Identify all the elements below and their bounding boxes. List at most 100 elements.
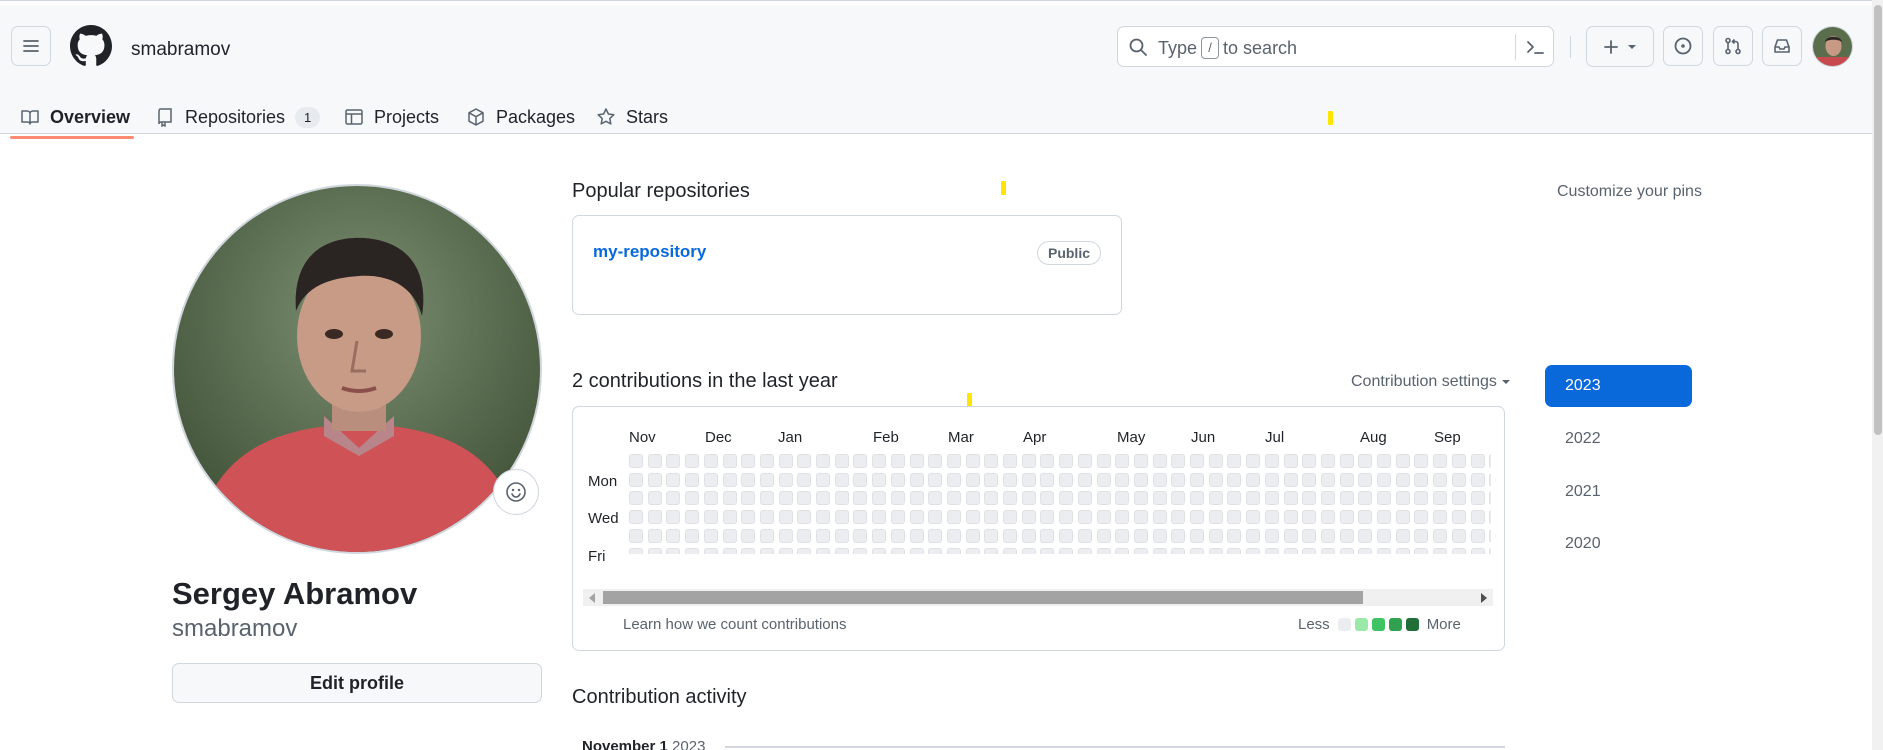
contribution-day-cell[interactable] [666, 528, 681, 543]
contribution-day-cell[interactable] [946, 510, 961, 525]
contribution-day-cell[interactable] [703, 510, 718, 525]
contribution-day-cell[interactable] [1208, 547, 1223, 554]
tab-packages[interactable]: Packages [466, 97, 575, 137]
contribution-day-cell[interactable] [1133, 454, 1148, 468]
contribution-day-cell[interactable] [1059, 547, 1074, 554]
contribution-day-cell[interactable] [965, 472, 980, 487]
contribution-day-cell[interactable] [647, 547, 662, 554]
contribution-day-cell[interactable] [816, 528, 830, 543]
contribution-day-cell[interactable] [647, 472, 662, 487]
contribution-day-cell[interactable] [1377, 454, 1391, 468]
contribution-day-cell[interactable] [965, 454, 980, 468]
contribution-day-cell[interactable] [890, 454, 905, 468]
contribution-day-cell[interactable] [1115, 547, 1130, 554]
contribution-day-cell[interactable] [741, 528, 756, 543]
contribution-day-cell[interactable] [759, 528, 774, 543]
contribution-day-cell[interactable] [853, 510, 868, 525]
contribution-day-cell[interactable] [946, 491, 961, 506]
contribution-day-cell[interactable] [1283, 454, 1298, 468]
contribution-day-cell[interactable] [1470, 454, 1485, 468]
contribution-day-cell[interactable] [1115, 491, 1130, 506]
contribution-day-cell[interactable] [666, 454, 681, 468]
contribution-day-cell[interactable] [666, 547, 681, 554]
contribution-day-cell[interactable] [834, 491, 849, 506]
contribution-day-cell[interactable] [928, 491, 943, 506]
contribution-day-cell[interactable] [1190, 454, 1204, 468]
contribution-day-cell[interactable] [1003, 528, 1017, 543]
contribution-day-cell[interactable] [703, 528, 718, 543]
contribution-day-cell[interactable] [1003, 491, 1017, 506]
contribution-day-cell[interactable] [1133, 547, 1148, 554]
contribution-day-cell[interactable] [1246, 472, 1261, 487]
contribution-day-cell[interactable] [909, 528, 924, 543]
contribution-day-cell[interactable] [1152, 547, 1167, 554]
scrollbar-thumb[interactable] [603, 591, 1363, 604]
tab-overview[interactable]: Overview [20, 97, 130, 137]
contribution-day-cell[interactable] [1059, 491, 1074, 506]
contribution-day-cell[interactable] [965, 547, 980, 554]
contribution-day-cell[interactable] [816, 491, 830, 506]
contribution-day-cell[interactable] [928, 547, 943, 554]
contribution-day-cell[interactable] [1246, 454, 1261, 468]
contribution-day-cell[interactable] [1115, 528, 1130, 543]
contribution-day-cell[interactable] [1489, 528, 1491, 543]
contribution-day-cell[interactable] [1096, 472, 1111, 487]
contribution-day-cell[interactable] [834, 510, 849, 525]
contribution-day-cell[interactable] [965, 491, 980, 506]
contribution-day-cell[interactable] [685, 510, 700, 525]
contribution-day-cell[interactable] [1451, 528, 1466, 543]
customize-pins-link[interactable]: Customize your pins [1557, 183, 1702, 201]
contribution-day-cell[interactable] [984, 547, 999, 554]
contribution-day-cell[interactable] [1096, 454, 1111, 468]
contribution-day-cell[interactable] [685, 472, 700, 487]
contribution-day-cell[interactable] [1077, 547, 1092, 554]
contribution-day-cell[interactable] [853, 528, 868, 543]
contribution-day-cell[interactable] [629, 547, 643, 554]
contribution-day-cell[interactable] [666, 491, 681, 506]
contribution-day-cell[interactable] [965, 510, 980, 525]
contribution-day-cell[interactable] [928, 510, 943, 525]
contribution-day-cell[interactable] [1115, 472, 1130, 487]
contribution-day-cell[interactable] [797, 547, 812, 554]
contribution-day-cell[interactable] [1227, 472, 1242, 487]
contribution-day-cell[interactable] [965, 528, 980, 543]
contribution-day-cell[interactable] [1320, 528, 1335, 543]
contribution-day-cell[interactable] [834, 454, 849, 468]
contribution-day-cell[interactable] [1451, 454, 1466, 468]
contribution-day-cell[interactable] [1489, 510, 1491, 525]
contribution-day-cell[interactable] [1115, 510, 1130, 525]
contribution-day-cell[interactable] [759, 472, 774, 487]
contribution-day-cell[interactable] [1059, 510, 1074, 525]
contribution-day-cell[interactable] [1171, 510, 1186, 525]
contribution-day-cell[interactable] [1152, 491, 1167, 506]
contribution-day-cell[interactable] [890, 491, 905, 506]
page-scrollbar-thumb[interactable] [1874, 5, 1882, 435]
contribution-day-cell[interactable] [629, 528, 643, 543]
contribution-day-cell[interactable] [629, 510, 643, 525]
contribution-day-cell[interactable] [1003, 454, 1017, 468]
contribution-day-cell[interactable] [1264, 528, 1279, 543]
contribution-day-cell[interactable] [1190, 491, 1204, 506]
user-avatar[interactable] [1812, 26, 1853, 67]
contribution-day-cell[interactable] [778, 510, 793, 525]
contribution-day-cell[interactable] [909, 491, 924, 506]
contribution-day-cell[interactable] [1339, 528, 1354, 543]
contribution-day-cell[interactable] [816, 472, 830, 487]
contribution-day-cell[interactable] [797, 528, 812, 543]
contribution-day-cell[interactable] [1302, 491, 1317, 506]
contribution-day-cell[interactable] [909, 547, 924, 554]
contribution-day-cell[interactable] [1021, 528, 1036, 543]
contribution-day-cell[interactable] [722, 510, 737, 525]
contribution-day-cell[interactable] [778, 491, 793, 506]
contribution-day-cell[interactable] [741, 547, 756, 554]
contribution-day-cell[interactable] [872, 528, 887, 543]
contribution-day-cell[interactable] [647, 528, 662, 543]
search-input[interactable]: Type / to search [1117, 26, 1554, 67]
contribution-day-cell[interactable] [1433, 528, 1448, 543]
contribution-day-cell[interactable] [1433, 454, 1448, 468]
contribution-day-cell[interactable] [1021, 547, 1036, 554]
calendar-scrollbar[interactable] [583, 589, 1493, 606]
contribution-day-cell[interactable] [872, 491, 887, 506]
contribution-day-cell[interactable] [1208, 510, 1223, 525]
contribution-day-cell[interactable] [1264, 510, 1279, 525]
